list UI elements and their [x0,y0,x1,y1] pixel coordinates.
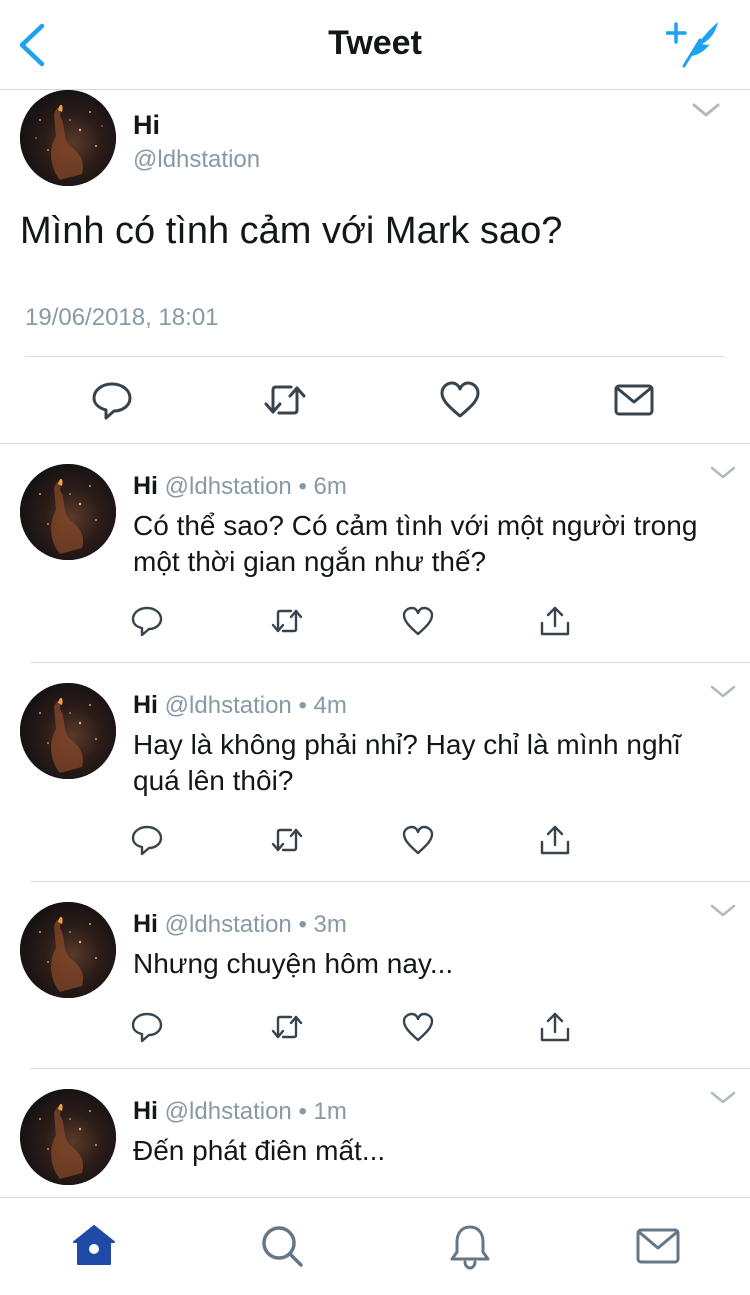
reply-header: Hi @ldhstation • 1m [133,1097,347,1126]
share-button[interactable] [538,1010,572,1044]
reply-meta: @ldhstation • 1m [164,1098,347,1125]
divider [25,356,725,357]
tab-home[interactable] [70,1222,118,1270]
chevron-down-icon [710,685,736,698]
avatar[interactable] [20,464,116,560]
tab-messages[interactable] [634,1222,682,1270]
chevron-down-icon [692,103,720,117]
tweet-timestamp: 19/06/2018, 18:01 [25,304,219,331]
like-icon [402,606,434,636]
home-icon [73,1225,115,1265]
reply-button[interactable] [130,1010,164,1044]
bottom-tab-bar [0,1197,750,1295]
chevron-down-icon [710,904,736,917]
like-icon [402,1012,434,1042]
avatar[interactable] [20,683,116,779]
like-button[interactable] [438,378,482,422]
tweet-options-button[interactable] [708,1089,738,1107]
tweet-text: Mình có tình cảm với Mark sao? [20,210,563,252]
reply-header: Hi @ldhstation • 3m [133,910,347,939]
chevron-down-icon [710,466,736,479]
chevron-down-icon [710,1091,736,1104]
top-nav-bar: Tweet [0,0,750,90]
tweet-options-button[interactable] [690,100,722,120]
main-tweet: Hi @ldhstation Mình có tình cảm với Mark… [0,90,750,444]
reply-header: Hi @ldhstation • 6m [133,472,347,501]
share-icon [540,825,570,855]
direct-message-button[interactable] [612,378,656,422]
search-icon [262,1226,303,1267]
tab-notifications[interactable] [446,1222,494,1270]
tweet-options-button[interactable] [708,902,738,920]
retweet-button[interactable] [270,823,304,857]
reply-meta: @ldhstation • 3m [164,911,347,938]
retweet-icon [271,828,303,852]
reply-author-name: Hi [133,1097,158,1125]
avatar-image [20,464,116,560]
retweet-button[interactable] [270,1010,304,1044]
reply-tweet[interactable]: Hi @ldhstation • 3m Nhưng chuyện hôm nay… [0,882,750,1069]
retweet-button[interactable] [270,604,304,638]
reply-button[interactable] [90,378,134,422]
avatar[interactable] [20,1089,116,1185]
reply-tweet[interactable]: Hi @ldhstation • 1m Đến phát điên mất... [0,1069,750,1197]
like-button[interactable] [401,604,435,638]
like-icon [440,381,480,418]
author-handle: @ldhstation [133,146,261,173]
avatar-image [20,902,116,998]
reply-button[interactable] [130,604,164,638]
reply-header: Hi @ldhstation • 4m [133,691,347,720]
reply-meta: @ldhstation • 4m [164,692,347,719]
compose-tweet-button[interactable] [665,18,722,68]
reply-author-name: Hi [133,691,158,719]
share-icon [540,606,570,636]
reply-icon [92,382,132,420]
notifications-icon [450,1225,490,1270]
avatar-image [20,683,116,779]
share-icon [540,1012,570,1042]
retweet-icon [271,609,303,633]
avatar[interactable] [20,90,116,186]
share-button[interactable] [538,823,572,857]
page-title: Tweet [328,24,422,62]
avatar[interactable] [20,902,116,998]
reply-meta: @ldhstation • 6m [164,473,347,500]
avatar-image [20,90,116,186]
reply-text: Nhưng chuyện hôm nay... [133,948,454,979]
tweet-options-button[interactable] [708,683,738,701]
author-name: Hi [133,110,160,140]
tab-search[interactable] [258,1222,306,1270]
reply-author-name: Hi [133,910,158,938]
retweet-button[interactable] [263,378,307,422]
share-button[interactable] [538,604,572,638]
message-icon [614,384,654,416]
retweet-icon [264,385,306,415]
reply-icon [131,606,163,637]
reply-tweet[interactable]: Hi @ldhstation • 6m Có thể sao? Có cảm t… [0,444,750,663]
tweet-options-button[interactable] [708,464,738,482]
messages-icon [636,1228,680,1264]
reply-author-name: Hi [133,472,158,500]
reply-tweet[interactable]: Hi @ldhstation • 4m Hay là không phải nh… [0,663,750,882]
reply-icon [131,825,163,856]
compose-tweet-icon [665,22,718,68]
reply-icon [131,1012,163,1043]
avatar-image [20,1089,116,1185]
reply-text: Hay là không phải nhỉ? Hay chỉ là mình n… [133,729,681,796]
reply-text: Có thể sao? Có cảm tình với một người tr… [133,510,698,577]
like-icon [402,825,434,855]
retweet-icon [271,1015,303,1039]
reply-button[interactable] [130,823,164,857]
like-button[interactable] [401,1010,435,1044]
reply-text: Đến phát điên mất... [133,1135,386,1166]
like-button[interactable] [401,823,435,857]
